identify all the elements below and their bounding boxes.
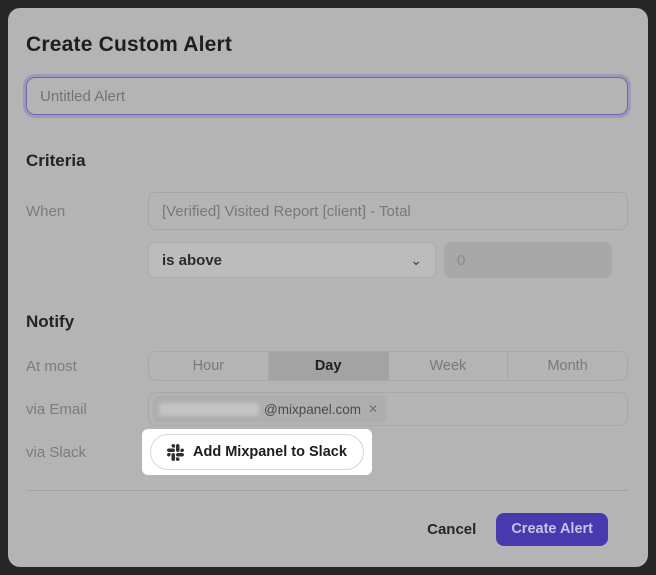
at-most-label: At most — [26, 358, 148, 375]
frequency-option-day[interactable]: Day — [268, 352, 388, 380]
via-slack-label: via Slack — [26, 444, 148, 461]
add-mixpanel-to-slack-button[interactable]: Add Mixpanel to Slack — [150, 434, 364, 470]
email-chip-domain: @mixpanel.com — [264, 402, 361, 417]
notify-heading: Notify — [26, 312, 628, 332]
via-slack-row: via Slack Add Mixpanel to Slack — [26, 429, 628, 475]
threshold-value: 0 — [457, 252, 465, 269]
dialog-title: Create Custom Alert — [26, 32, 628, 58]
cancel-button[interactable]: Cancel — [427, 521, 476, 538]
create-alert-button[interactable]: Create Alert — [496, 513, 608, 546]
frequency-option-month[interactable]: Month — [507, 352, 627, 380]
operator-select[interactable]: is above ⌄ — [148, 242, 436, 278]
dialog-footer: Cancel Create Alert — [26, 491, 628, 567]
redacted-email-username — [159, 403, 259, 416]
slack-button-label: Add Mixpanel to Slack — [193, 444, 347, 460]
frequency-option-week[interactable]: Week — [388, 352, 508, 380]
via-email-row: via Email @mixpanel.com ✕ — [26, 392, 628, 426]
frequency-segmented-control: Hour Day Week Month — [148, 351, 628, 381]
chevron-down-icon: ⌄ — [410, 255, 422, 265]
create-custom-alert-dialog: Create Custom Alert Criteria When [Verif… — [8, 8, 648, 567]
via-email-label: via Email — [26, 401, 148, 418]
when-row: When [Verified] Visited Report [client] … — [26, 192, 628, 230]
alert-name-input[interactable] — [26, 77, 628, 115]
operator-select-value: is above — [162, 252, 222, 269]
threshold-input[interactable]: 0 — [444, 242, 612, 278]
operator-row: is above ⌄ 0 — [26, 242, 628, 278]
at-most-row: At most Hour Day Week Month — [26, 351, 628, 381]
email-chip: @mixpanel.com ✕ — [153, 396, 387, 422]
remove-email-icon[interactable]: ✕ — [368, 402, 378, 416]
criteria-heading: Criteria — [26, 151, 628, 171]
frequency-option-hour[interactable]: Hour — [149, 352, 268, 380]
slack-button-spotlight: Add Mixpanel to Slack — [142, 429, 372, 475]
slack-icon — [167, 444, 184, 461]
event-select-value: [Verified] Visited Report [client] - Tot… — [162, 203, 411, 220]
email-recipients-input[interactable]: @mixpanel.com ✕ — [148, 392, 628, 426]
event-select-field[interactable]: [Verified] Visited Report [client] - Tot… — [148, 192, 628, 230]
when-label: When — [26, 203, 148, 220]
